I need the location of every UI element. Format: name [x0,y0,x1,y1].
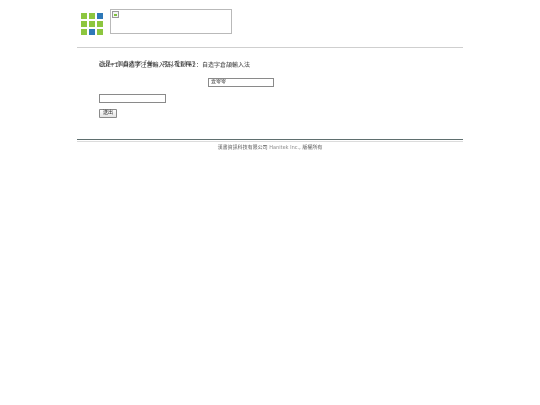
logo-square [97,29,103,35]
logo-square [97,13,103,19]
divider-bottom-shadow [77,141,463,142]
banner-image [110,9,232,34]
logo-square [89,29,95,35]
logo-square [81,21,87,27]
footer-rights: 版權所有 [302,145,323,151]
logo-square [81,13,87,19]
page: Ctrl+1: 自造字注音輸入法，Ctrl+2：自造字倉頡輸入法 這是一個自造字… [0,0,540,405]
logo-square [97,21,103,27]
header [81,9,241,41]
logo-square [89,21,95,27]
footer-company-zh: 漢書資訊科技有限公司 [217,145,268,151]
footer-company-en: Hanitek Inc. [269,145,300,151]
logo-icon [81,13,103,37]
broken-image-icon [112,11,119,18]
divider-bottom [77,139,463,140]
divider-top [77,47,463,48]
submit-button[interactable]: 送出 [99,109,117,118]
logo-square [89,13,95,19]
captcha-field[interactable]: 壹零零 [208,78,274,87]
footer: 漢書資訊科技有限公司 Hanitek Inc., 版權所有 [0,143,540,153]
question-row: 這是一個自造字「𫢸」，可以看到嗎？ 壹零零 [99,60,274,87]
answer-input[interactable] [99,94,166,103]
logo-square [81,29,87,35]
question-label: 這是一個自造字「𫢸」，可以看到嗎？ [99,61,199,68]
